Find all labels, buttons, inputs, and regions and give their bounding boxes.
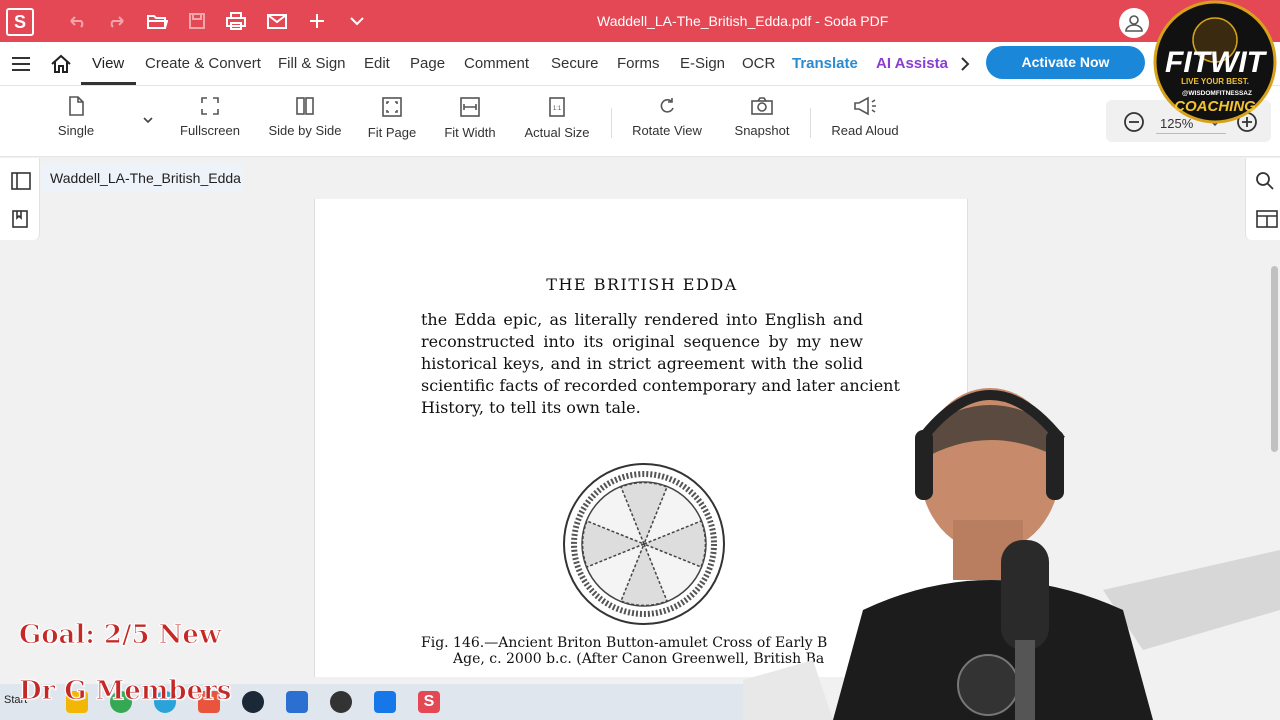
side-by-side-icon: [296, 97, 314, 115]
active-tab-indicator: [81, 82, 136, 85]
rotate-icon: [660, 98, 674, 113]
camera-icon: [751, 97, 773, 115]
megaphone-icon: [854, 96, 876, 116]
toolbar-divider: [810, 108, 811, 138]
menu-secure[interactable]: Secure: [551, 55, 599, 72]
svg-text:1:1: 1:1: [553, 106, 562, 112]
undo-icon[interactable]: [64, 9, 90, 33]
fullscreen-icon: [201, 97, 219, 115]
stream-goal-overlay: Goal: 2/5 New: [18, 620, 222, 651]
title-bar: S Waddell_LA-The_British_Edda.pdf - Soda…: [0, 0, 1280, 42]
sidebar-toggle-icon[interactable]: [11, 172, 31, 190]
chevron-down-icon[interactable]: [344, 9, 370, 33]
single-button[interactable]: Single: [57, 96, 95, 140]
toolbar-divider: [611, 108, 612, 138]
svg-text:COACHING: COACHING: [1174, 98, 1256, 115]
read-aloud-button[interactable]: Read Aloud: [829, 96, 901, 140]
user-account-icon[interactable]: [1119, 8, 1149, 38]
actual-size-icon: 1:1: [549, 97, 565, 117]
fitwit-brand-logo: FITWIT LIVE YOUR BEST. @WISDOMFITNESSAZ …: [1153, 0, 1277, 124]
soda-logo-icon: S: [6, 8, 34, 36]
svg-text:LIVE YOUR BEST.: LIVE YOUR BEST.: [1181, 77, 1249, 86]
rotate-view-button[interactable]: Rotate View: [630, 96, 704, 140]
menu-fill-sign[interactable]: Fill & Sign: [278, 55, 346, 72]
soda-pdf-taskbar-icon[interactable]: S: [418, 691, 440, 713]
mail-app-icon[interactable]: [286, 691, 308, 713]
right-panel-strip: [1245, 158, 1280, 240]
menu-forms[interactable]: Forms: [617, 55, 660, 72]
single-dropdown-chevron-icon[interactable]: [142, 116, 154, 126]
obs-icon[interactable]: [330, 691, 352, 713]
download-app-icon[interactable]: [374, 691, 396, 713]
view-toolbar: Single Fullscreen Side by Side Fit Page …: [0, 86, 1280, 157]
menu-edit[interactable]: Edit: [364, 55, 390, 72]
email-icon[interactable]: [264, 9, 290, 33]
zoom-out-icon[interactable]: [1123, 111, 1145, 133]
snapshot-button[interactable]: Snapshot: [733, 96, 791, 140]
menu-page[interactable]: Page: [410, 55, 445, 72]
actual-size-button[interactable]: 1:1 Actual Size: [523, 96, 591, 142]
stream-members-overlay: Dr G Members: [18, 676, 232, 707]
svg-text:@WISDOMFITNESSAZ: @WISDOMFITNESSAZ: [1182, 90, 1252, 97]
svg-text:FITWIT: FITWIT: [1165, 46, 1268, 79]
menu-translate[interactable]: Translate: [792, 55, 858, 72]
bookmark-icon[interactable]: [12, 210, 28, 228]
fit-width-button[interactable]: Fit Width: [443, 96, 497, 142]
menu-view[interactable]: View: [92, 55, 124, 72]
page-icon: [69, 96, 84, 116]
activate-now-button[interactable]: Activate Now: [986, 46, 1145, 79]
open-folder-icon[interactable]: [144, 9, 170, 33]
fit-page-icon: [382, 97, 402, 117]
save-icon[interactable]: [184, 9, 210, 33]
search-icon[interactable]: [1255, 171, 1275, 191]
running-head: THE BRITISH EDDA: [546, 275, 738, 294]
window-title: Waddell_LA-The_British_Edda.pdf - Soda P…: [597, 13, 889, 29]
hamburger-menu-icon[interactable]: [10, 54, 32, 74]
left-panel-strip: [0, 158, 40, 240]
body-line: reconstructed into its original sequence…: [421, 332, 863, 351]
zoom-underline: [1156, 133, 1226, 134]
panel-icon[interactable]: [1256, 210, 1278, 228]
document-tab[interactable]: Waddell_LA-The_British_Edda: [42, 164, 243, 192]
chevron-right-icon[interactable]: [958, 55, 972, 73]
side-by-side-button[interactable]: Side by Side: [268, 96, 342, 140]
fullscreen-button[interactable]: Fullscreen: [178, 96, 242, 140]
body-line: the Edda epic, as literally rendered int…: [421, 310, 863, 329]
app-window: S Waddell_LA-The_British_Edda.pdf - Soda…: [0, 0, 1280, 720]
menu-comment[interactable]: Comment: [464, 55, 529, 72]
print-icon[interactable]: [223, 9, 249, 33]
fit-width-icon: [460, 97, 480, 117]
menu-ai-assistant[interactable]: AI Assista: [876, 55, 948, 72]
menu-create-convert[interactable]: Create & Convert: [145, 55, 261, 72]
redo-icon[interactable]: [104, 9, 130, 33]
steam-icon[interactable]: [242, 691, 264, 713]
menu-e-sign[interactable]: E-Sign: [680, 55, 725, 72]
webcam-overlay: [743, 388, 1280, 720]
fit-page-button[interactable]: Fit Page: [366, 96, 418, 142]
home-icon[interactable]: [50, 53, 72, 75]
button-amulet-cross-figure: [563, 463, 725, 625]
menu-ocr[interactable]: OCR: [742, 55, 775, 72]
new-tab-plus-icon[interactable]: [304, 9, 330, 33]
